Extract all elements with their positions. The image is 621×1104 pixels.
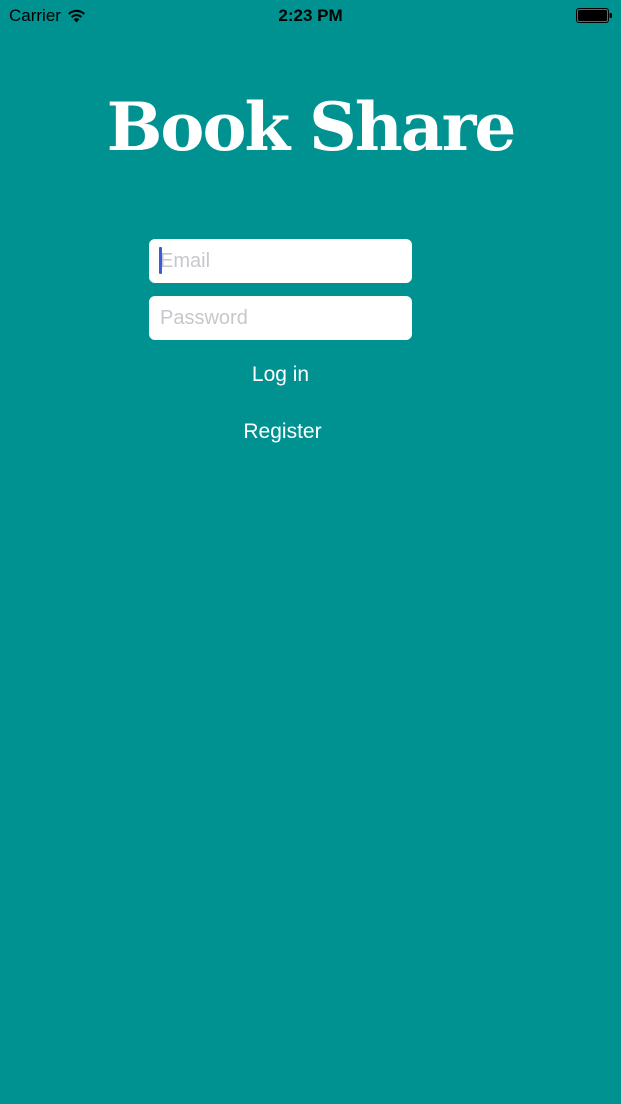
email-field-container [149,239,412,283]
login-button[interactable]: Log in [149,355,412,395]
battery-icon [576,8,612,23]
status-time: 2:23 PM [278,6,343,25]
status-bar: Carrier 2:23 PM [0,0,621,32]
app-title: Book Share [106,88,517,166]
text-cursor [159,247,162,274]
password-field-container [149,296,412,340]
register-button[interactable]: Register [151,412,414,452]
password-field[interactable] [149,296,412,340]
email-field[interactable] [149,239,412,283]
